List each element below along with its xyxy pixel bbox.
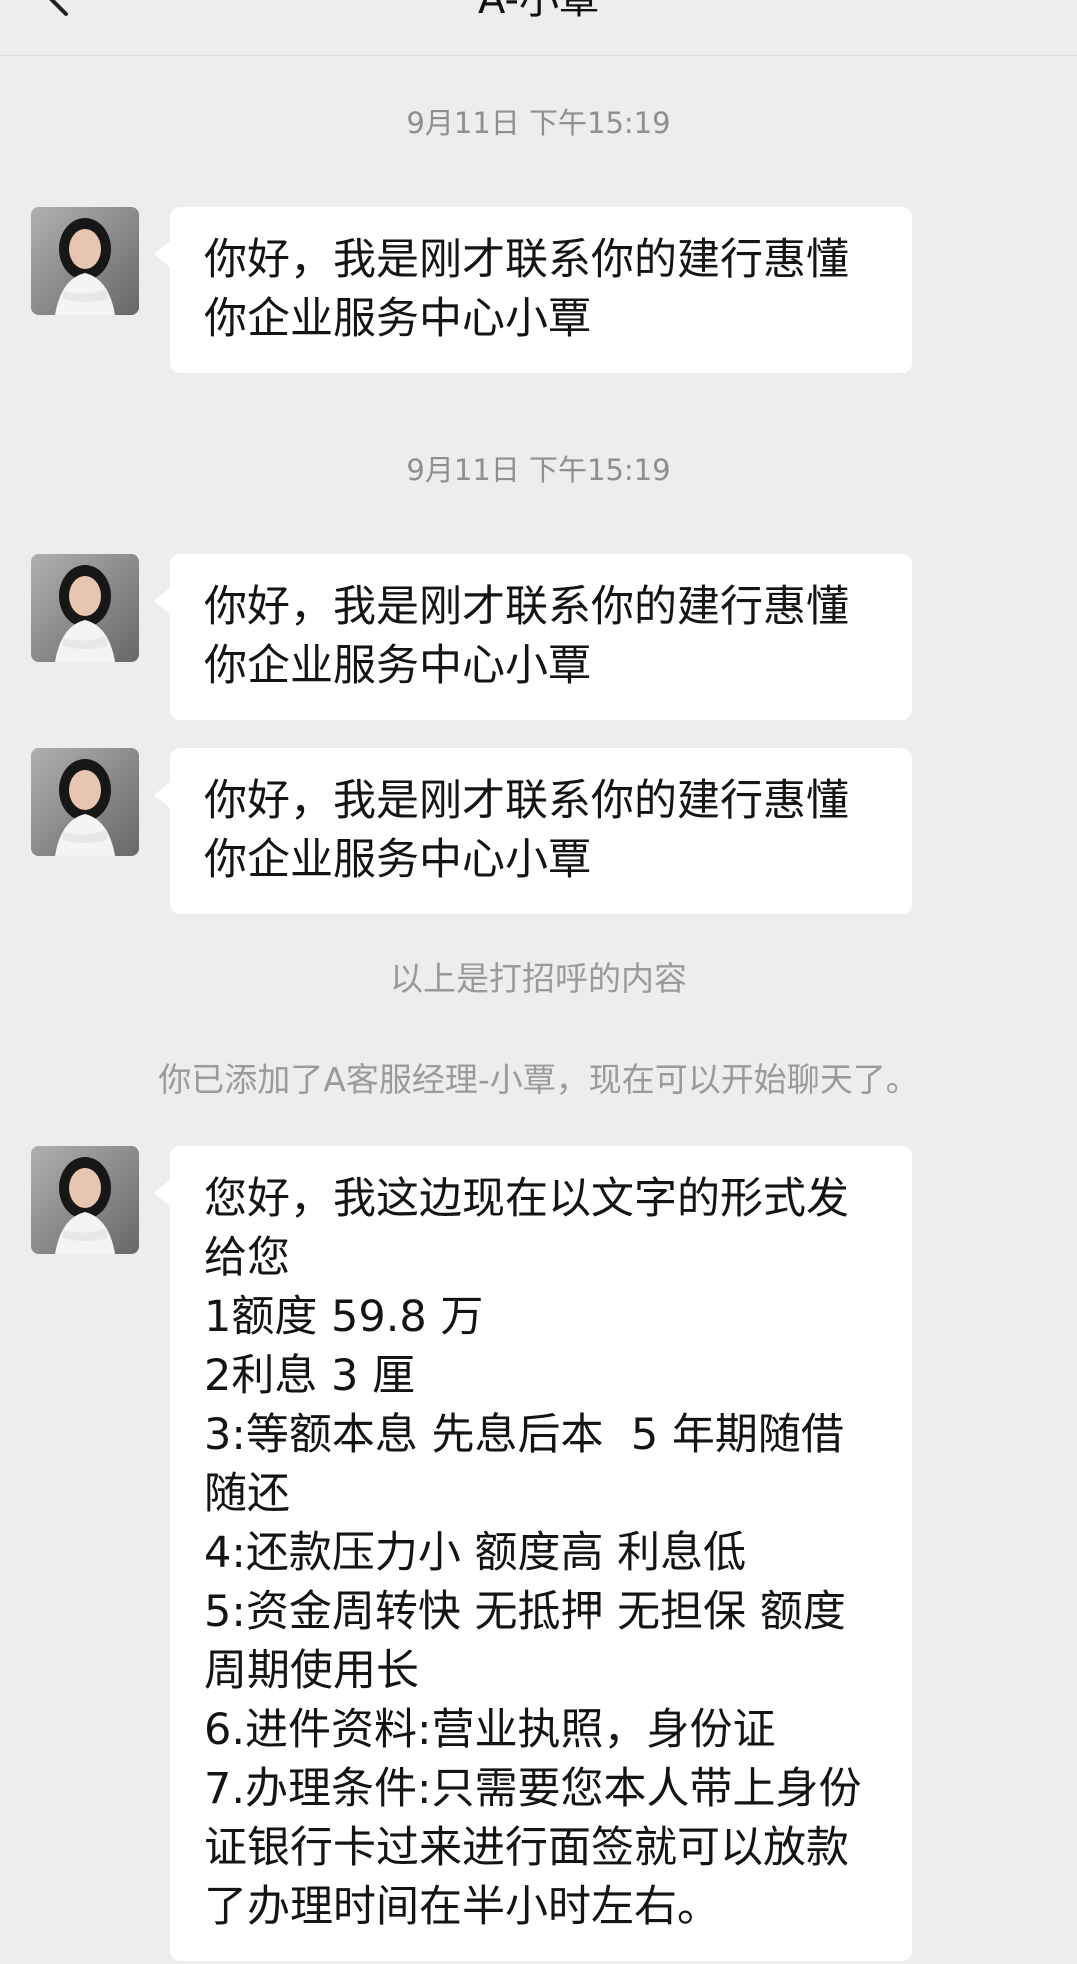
system-note: 你已添加了A客服经理-小覃，现在可以开始聊天了。	[158, 1060, 919, 1099]
avatar[interactable]	[31, 207, 139, 315]
message-bubble[interactable]: 你好，我是刚才联系你的建行惠懂你企业服务中心小覃	[154, 207, 912, 373]
profile-photo-icon	[31, 207, 139, 315]
profile-photo-icon	[31, 1146, 139, 1254]
avatar[interactable]	[31, 748, 139, 856]
system-note: 以上是打招呼的内容	[390, 959, 687, 998]
message-bubble[interactable]: 你好，我是刚才联系你的建行惠懂你企业服务中心小覃	[154, 748, 912, 914]
chat-title: A-小覃	[478, 0, 599, 23]
profile-photo-icon	[31, 748, 139, 856]
message-timestamp: 9月11日 下午15:19	[406, 106, 671, 140]
message-bubble[interactable]: 您好，我这边现在以文字的形式发给您 1额度 59.8 万 2利息 3 厘 3:等…	[154, 1146, 912, 1961]
profile-photo-icon	[31, 554, 139, 662]
chat-header: A-小覃	[0, 0, 1077, 56]
avatar[interactable]	[31, 1146, 139, 1254]
message-bubble[interactable]: 你好，我是刚才联系你的建行惠懂你企业服务中心小覃	[154, 554, 912, 720]
avatar[interactable]	[31, 554, 139, 662]
message-timestamp: 9月11日 下午15:19	[406, 453, 671, 487]
